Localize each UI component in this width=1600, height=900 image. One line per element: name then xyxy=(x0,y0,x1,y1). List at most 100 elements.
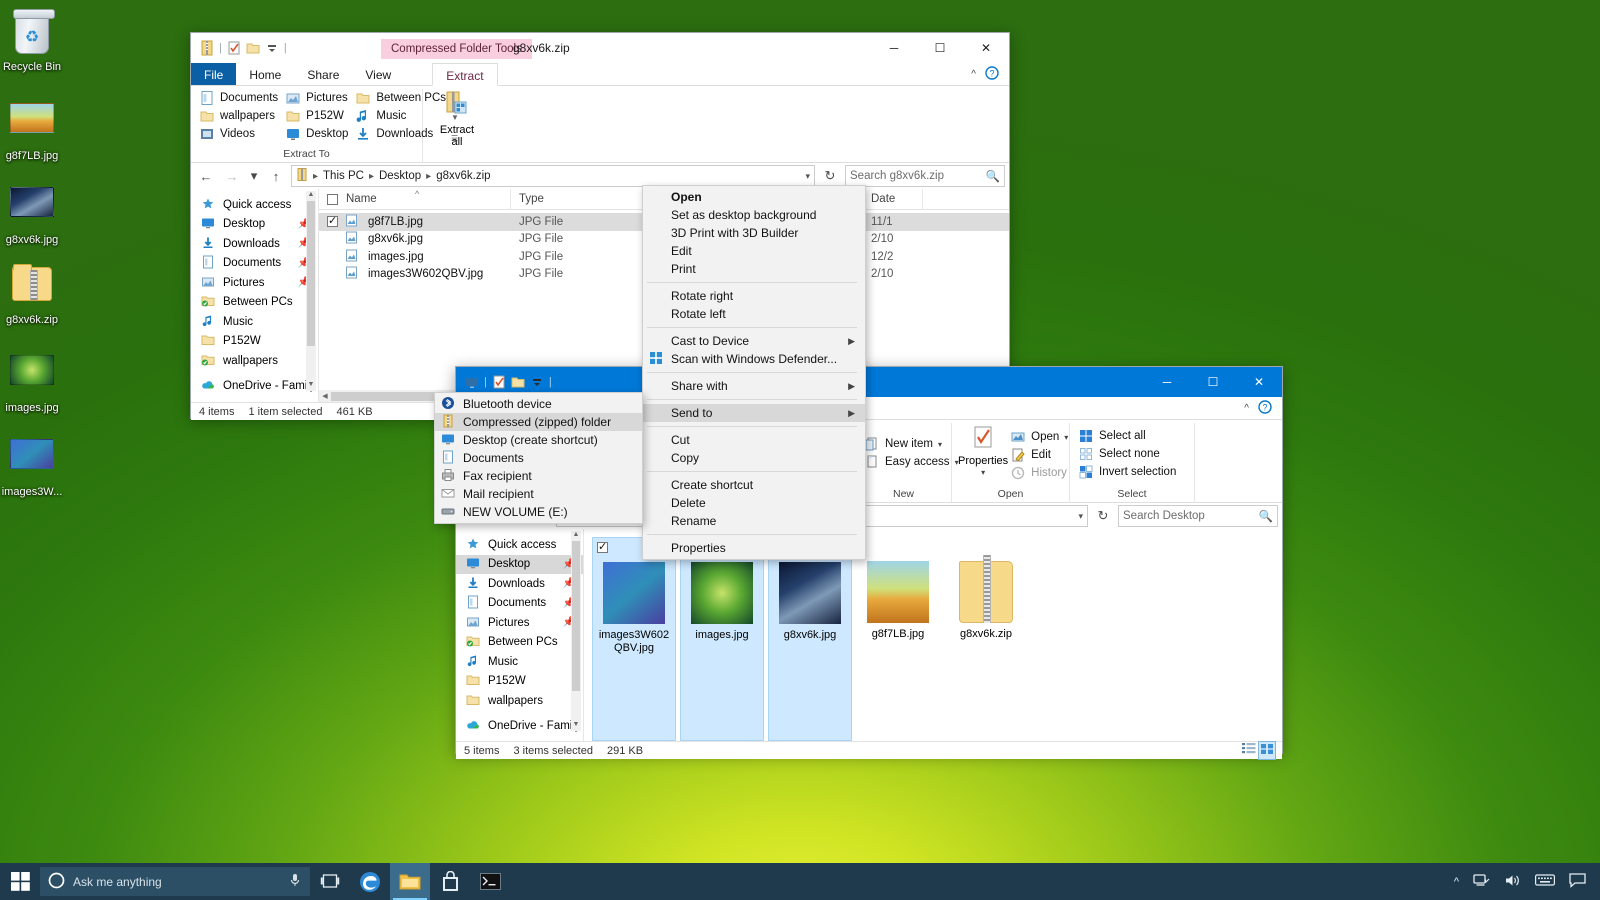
task-view-icon[interactable] xyxy=(310,863,350,900)
keyboard-icon[interactable] xyxy=(1535,873,1555,890)
microphone-icon[interactable] xyxy=(288,872,302,891)
nav-downloads[interactable]: Downloads 📌 xyxy=(456,574,583,594)
select-all-checkbox[interactable] xyxy=(327,194,338,205)
menu-item-edit[interactable]: Edit xyxy=(643,242,865,260)
desktop-icon-images-jpg[interactable]: images.jpg xyxy=(0,348,64,415)
quick-access-toolbar[interactable]: | | xyxy=(456,374,553,390)
breadcrumb-this-pc[interactable]: This PC xyxy=(323,170,364,182)
nav-pane-scrollbar[interactable]: ▲ ▼ xyxy=(571,531,581,731)
maximize-button[interactable]: ☐ xyxy=(917,33,963,63)
nav-onedrive-family[interactable]: OneDrive - Family ▾ xyxy=(456,717,583,737)
chevron-down-icon[interactable]: ▾ xyxy=(1078,511,1083,522)
zip-ribbon-tabs[interactable]: File Home Share View Extract ^ ? xyxy=(191,63,1009,86)
large-icons-view-icon[interactable] xyxy=(1258,741,1276,760)
command-prompt-icon[interactable] xyxy=(470,863,510,900)
edge-icon[interactable] xyxy=(350,863,390,900)
zip-address-bar[interactable]: ← → ▾ ↑ ▸ This PC ▸ Desktop ▸ g8xv6k.zip… xyxy=(191,163,1009,189)
edit-button[interactable]: Edit xyxy=(1008,446,1073,464)
menu-item-rotate-left[interactable]: Rotate left xyxy=(643,305,865,323)
menu-item-3d-print[interactable]: 3D Print with 3D Builder xyxy=(643,224,865,242)
desktop-icon-g8xv6k-jpg[interactable]: g8xv6k.jpg xyxy=(0,180,64,247)
breadcrumb-zip[interactable]: g8xv6k.zip xyxy=(436,170,490,182)
invert-selection-button[interactable]: Invert selection xyxy=(1076,463,1188,481)
customize-dropdown-icon[interactable] xyxy=(264,40,280,56)
show-hidden-icons-chevron-icon[interactable]: ^ xyxy=(1454,876,1459,888)
store-icon[interactable] xyxy=(430,863,470,900)
zip-explorer-window[interactable]: | | Compressed Folder Tools g8xv6k.zip ─… xyxy=(190,32,1010,419)
nav-wallpapers[interactable]: wallpapers xyxy=(191,351,318,371)
submenu-item-documents[interactable]: Documents xyxy=(435,449,642,467)
minimize-button[interactable]: ─ xyxy=(1144,367,1190,397)
send-to-submenu[interactable]: Bluetooth device Compressed (zipped) fol… xyxy=(434,392,643,524)
zip-ribbon[interactable]: Documents wallpapers Videos xyxy=(191,86,1009,163)
zip-search-box[interactable]: Search g8xv6k.zip 🔍 xyxy=(845,165,1005,187)
properties-button[interactable]: Properties ▾ xyxy=(958,425,1008,482)
help-icon[interactable]: ? xyxy=(1258,400,1272,417)
collapse-ribbon-chevron-icon[interactable]: ^ xyxy=(971,69,976,80)
chevron-down-icon[interactable]: ▾ xyxy=(805,171,810,182)
column-header-date[interactable]: Date xyxy=(863,189,923,210)
menu-item-copy[interactable]: Copy xyxy=(643,449,865,467)
menu-item-scan-with-windows-defender[interactable]: Scan with Windows Defender... xyxy=(643,350,865,368)
desktop-icon[interactable] xyxy=(464,374,480,390)
new-folder-icon[interactable] xyxy=(510,374,526,390)
desktop-background[interactable]: Recycle Bin g8f7LB.jpg g8xv6k.jpg g8xv6k… xyxy=(0,0,1600,900)
row-checkbox[interactable] xyxy=(327,216,338,227)
nav-onedrive-family[interactable]: OneDrive - Family xyxy=(191,377,318,397)
extract-to-pictures[interactable]: Pictures xyxy=(283,89,353,107)
menu-item-open[interactable]: Open xyxy=(643,188,865,206)
properties-icon[interactable] xyxy=(226,40,242,56)
nav-wallpapers[interactable]: wallpapers xyxy=(456,691,583,711)
column-header-name[interactable]: Name ^ xyxy=(319,189,511,210)
minimize-button[interactable]: ─ xyxy=(871,33,917,63)
search-icon[interactable]: 🔍 xyxy=(1259,509,1273,523)
nav-documents[interactable]: Documents 📌 xyxy=(456,594,583,614)
history-button[interactable]: History xyxy=(1008,464,1073,482)
list-item[interactable]: g8xv6k.jpg xyxy=(768,537,852,741)
menu-item-share-with[interactable]: Share with ▶ xyxy=(643,377,865,395)
select-all-button[interactable]: Select all xyxy=(1076,427,1188,445)
network-icon[interactable] xyxy=(1473,873,1490,891)
view-mode-buttons[interactable] xyxy=(1241,741,1282,760)
quick-access-toolbar[interactable]: | | xyxy=(191,40,288,56)
start-button[interactable] xyxy=(0,863,40,900)
extract-to-p152w[interactable]: P152W xyxy=(283,107,353,125)
list-item[interactable]: images.jpg xyxy=(680,537,764,741)
menu-item-create-shortcut[interactable]: Create shortcut xyxy=(643,476,865,494)
submenu-item-compressed-zipped-folder[interactable]: Compressed (zipped) folder xyxy=(435,413,642,431)
chevron-down-icon[interactable]: ▾ xyxy=(938,440,942,449)
recent-locations-icon[interactable]: ▾ xyxy=(247,165,261,187)
list-item[interactable]: g8xv6k.zip xyxy=(944,537,1028,741)
zip-window-titlebar[interactable]: | | Compressed Folder Tools g8xv6k.zip ─… xyxy=(191,33,1009,63)
desktop-search-box[interactable]: Search Desktop 🔍 xyxy=(1118,505,1278,527)
extract-to-videos[interactable]: Videos xyxy=(197,125,283,143)
up-button[interactable]: ↑ xyxy=(265,165,287,187)
menu-item-print[interactable]: Print xyxy=(643,260,865,278)
nav-music[interactable]: Music xyxy=(456,652,583,672)
breadcrumb-desktop[interactable]: Desktop xyxy=(379,170,421,182)
nav-p152w[interactable]: P152W xyxy=(456,672,583,692)
refresh-icon[interactable]: ↻ xyxy=(1092,505,1114,527)
chevron-down-icon[interactable]: ▾ xyxy=(1064,433,1068,442)
menu-item-rename[interactable]: Rename xyxy=(643,512,865,530)
list-item[interactable]: g8f7LB.jpg xyxy=(856,537,940,741)
close-button[interactable]: ✕ xyxy=(1236,367,1282,397)
volume-icon[interactable] xyxy=(1504,873,1521,891)
nav-music[interactable]: Music xyxy=(191,312,318,332)
customize-dropdown-icon[interactable] xyxy=(529,374,545,390)
desktop-items-pane[interactable]: images3W602QBV.jpg images.jpg g8xv6k.jpg… xyxy=(584,529,1282,741)
zip-window-buttons[interactable]: ─ ☐ ✕ xyxy=(871,33,1009,63)
menu-item-properties[interactable]: Properties xyxy=(643,539,865,557)
tab-extract[interactable]: Extract xyxy=(432,63,497,86)
nav-between-pcs[interactable]: Between PCs xyxy=(456,633,583,653)
system-tray[interactable]: ^ xyxy=(1454,872,1600,891)
nav-p152w[interactable]: P152W xyxy=(191,332,318,352)
menu-item-rotate-right[interactable]: Rotate right xyxy=(643,287,865,305)
submenu-item-bluetooth-device[interactable]: Bluetooth device xyxy=(435,395,642,413)
close-button[interactable]: ✕ xyxy=(963,33,1009,63)
extract-to-wallpapers[interactable]: wallpapers xyxy=(197,107,283,125)
nav-quick-access[interactable]: Quick access xyxy=(456,535,583,555)
taskbar[interactable]: Ask me anything ^ xyxy=(0,863,1600,900)
zip-icon[interactable] xyxy=(199,40,215,56)
sidebar-item-desktop[interactable]: Desktop 📌 xyxy=(456,555,583,575)
